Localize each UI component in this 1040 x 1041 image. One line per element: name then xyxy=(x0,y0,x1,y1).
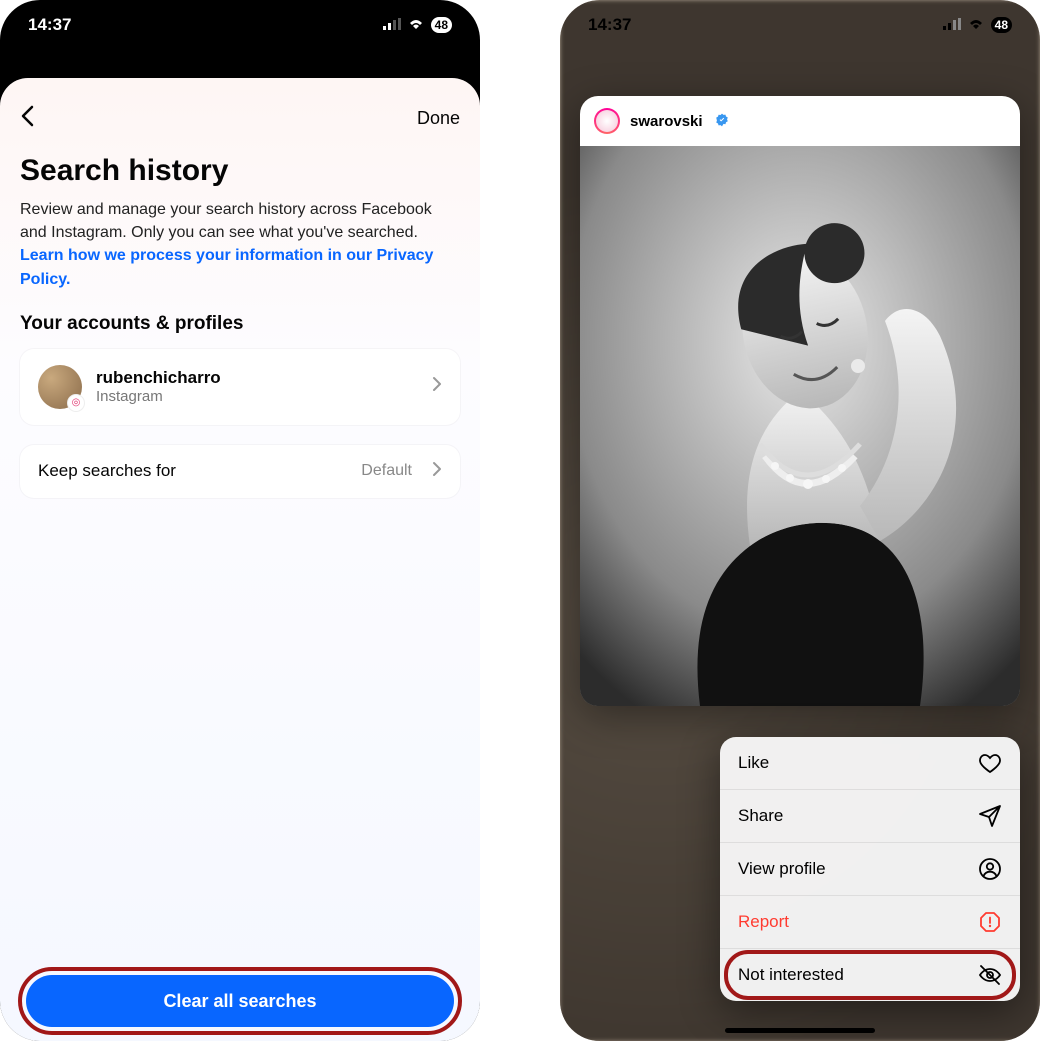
post-header[interactable]: swarovski xyxy=(580,96,1020,146)
menu-report-label: Report xyxy=(738,912,789,932)
battery-icon: 48 xyxy=(431,17,452,33)
menu-like[interactable]: Like xyxy=(720,737,1020,790)
wifi-icon xyxy=(967,15,985,35)
menu-view-profile-label: View profile xyxy=(738,859,826,879)
report-icon xyxy=(978,910,1002,934)
heart-icon xyxy=(978,751,1002,775)
eye-off-icon xyxy=(978,963,1002,987)
status-time: 14:37 xyxy=(588,15,631,35)
menu-view-profile[interactable]: View profile xyxy=(720,843,1020,896)
context-menu: Like Share View profile Report Not inter… xyxy=(720,737,1020,1001)
back-icon[interactable] xyxy=(20,105,34,132)
instagram-badge-icon: ◎ xyxy=(67,394,85,412)
page-description: Review and manage your search history ac… xyxy=(20,198,460,291)
menu-like-label: Like xyxy=(738,753,769,773)
account-row[interactable]: ◎ rubenchicharro Instagram xyxy=(20,349,460,425)
menu-not-interested-label: Not interested xyxy=(738,965,844,985)
status-bar: 14:37 48 xyxy=(560,0,1040,50)
post-username: swarovski xyxy=(630,113,703,130)
profile-icon xyxy=(978,857,1002,881)
chevron-right-icon xyxy=(432,376,442,397)
cellular-icon xyxy=(383,15,401,35)
cellular-icon xyxy=(943,15,961,35)
menu-report[interactable]: Report xyxy=(720,896,1020,949)
send-icon xyxy=(978,804,1002,828)
post-image[interactable] xyxy=(580,146,1020,706)
keep-searches-row[interactable]: Keep searches for Default xyxy=(20,445,460,498)
privacy-policy-link[interactable]: Learn how we process your information in… xyxy=(20,247,433,287)
menu-share[interactable]: Share xyxy=(720,790,1020,843)
account-name: rubenchicharro xyxy=(96,368,418,388)
keep-searches-label: Keep searches for xyxy=(38,461,347,481)
page-title: Search history xyxy=(20,154,460,188)
post-preview-card: swarovski xyxy=(580,96,1020,706)
status-bar: 14:37 48 xyxy=(0,0,480,50)
wifi-icon xyxy=(407,15,425,35)
menu-share-label: Share xyxy=(738,806,783,826)
status-right: 48 xyxy=(383,15,452,35)
status-time: 14:37 xyxy=(28,15,71,35)
status-right: 48 xyxy=(943,15,1012,35)
verified-badge-icon xyxy=(715,113,729,130)
highlight-clear-searches: Clear all searches xyxy=(18,967,462,1035)
clear-all-searches-button[interactable]: Clear all searches xyxy=(26,975,454,1027)
avatar: ◎ xyxy=(38,365,82,409)
home-indicator xyxy=(725,1028,875,1033)
battery-icon: 48 xyxy=(991,17,1012,33)
phone-explore-context: 14:37 48 swarovski xyxy=(560,0,1040,1041)
menu-not-interested[interactable]: Not interested xyxy=(720,949,1020,1001)
accounts-section-label: Your accounts & profiles xyxy=(20,313,460,335)
account-platform: Instagram xyxy=(96,388,418,405)
done-button[interactable]: Done xyxy=(417,108,460,129)
search-history-sheet: Done Search history Review and manage yo… xyxy=(0,78,480,1041)
post-avatar xyxy=(594,108,620,134)
desc-text: Review and manage your search history ac… xyxy=(20,201,432,241)
keep-searches-value: Default xyxy=(361,462,412,480)
phone-search-history: 14:37 48 Done Search history Review and … xyxy=(0,0,480,1041)
chevron-right-icon xyxy=(432,461,442,482)
